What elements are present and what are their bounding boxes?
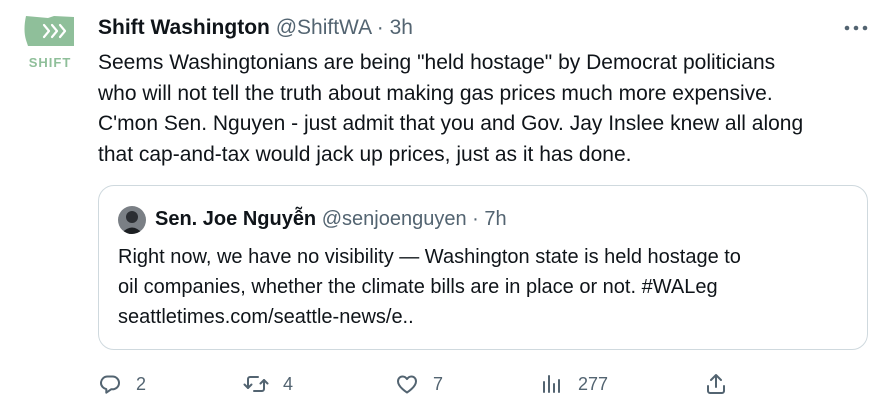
author-name[interactable]: Shift Washington — [98, 16, 270, 39]
shift-logo-avatar[interactable]: SHIFT — [14, 12, 86, 72]
retweet-button[interactable]: 4 — [243, 368, 293, 400]
quoted-tweet-time[interactable]: 7h — [484, 208, 506, 230]
quoted-author-avatar[interactable] — [118, 206, 146, 234]
quoted-text-line: Right now, we have no visibility — Washi… — [118, 246, 741, 268]
quoted-text-link[interactable]: seattletimes.com/seattle-news/e.. — [118, 302, 858, 332]
reply-button[interactable]: 2 — [98, 368, 146, 400]
tweet-text-line: who will not tell the truth about making… — [98, 81, 773, 105]
avatar-logo-text: SHIFT — [29, 55, 72, 70]
quoted-tweet[interactable]: Sen. Joe Nguyễn @senjoenguyen · 7h Right… — [98, 185, 868, 350]
retweet-icon — [243, 376, 269, 392]
views-button[interactable]: 277 — [540, 368, 608, 400]
tweet-text-line: that cap-and-tax would jack up prices, j… — [98, 142, 632, 166]
heart-icon — [397, 375, 417, 394]
quoted-author-handle[interactable]: @senjoenguyen — [322, 208, 467, 230]
tweet[interactable]: SHIFT Shift Washington @ShiftWA · 3h See… — [0, 0, 888, 416]
tweet-header: Shift Washington @ShiftWA · 3h — [98, 14, 413, 42]
like-count: 7 — [433, 373, 444, 394]
reply-icon — [100, 375, 120, 394]
tweet-text-line: Seems Washingtonians are being "held hos… — [98, 51, 776, 74]
share-button[interactable] — [704, 368, 728, 400]
tweet-time[interactable]: 3h — [390, 16, 413, 39]
views-count: 277 — [578, 373, 609, 394]
like-button[interactable]: 7 — [395, 368, 443, 400]
share-icon — [707, 374, 725, 394]
more-options-button[interactable] — [838, 16, 874, 40]
quoted-author-name[interactable]: Sen. Joe Nguyễn — [155, 208, 316, 230]
retweet-count: 4 — [283, 373, 294, 394]
quoted-tweet-header: Sen. Joe Nguyễn @senjoenguyen · 7h — [155, 205, 507, 233]
quoted-header-separator: · — [472, 208, 479, 230]
quoted-text-line: oil companies, whether the climate bills… — [118, 276, 718, 298]
more-horizontal-icon — [844, 25, 868, 31]
author-handle[interactable]: @ShiftWA — [276, 16, 371, 39]
header-separator: · — [376, 16, 384, 39]
reply-count: 2 — [136, 373, 147, 394]
views-icon — [543, 375, 560, 393]
tweet-text: Seems Washingtonians are being "held hos… — [98, 48, 868, 170]
tweet-text-line: C'mon Sen. Nguyen - just admit that you … — [98, 112, 804, 135]
tweet-actions: 2 4 7 277 — [98, 368, 868, 400]
quoted-tweet-text: Right now, we have no visibility — Washi… — [118, 242, 858, 332]
